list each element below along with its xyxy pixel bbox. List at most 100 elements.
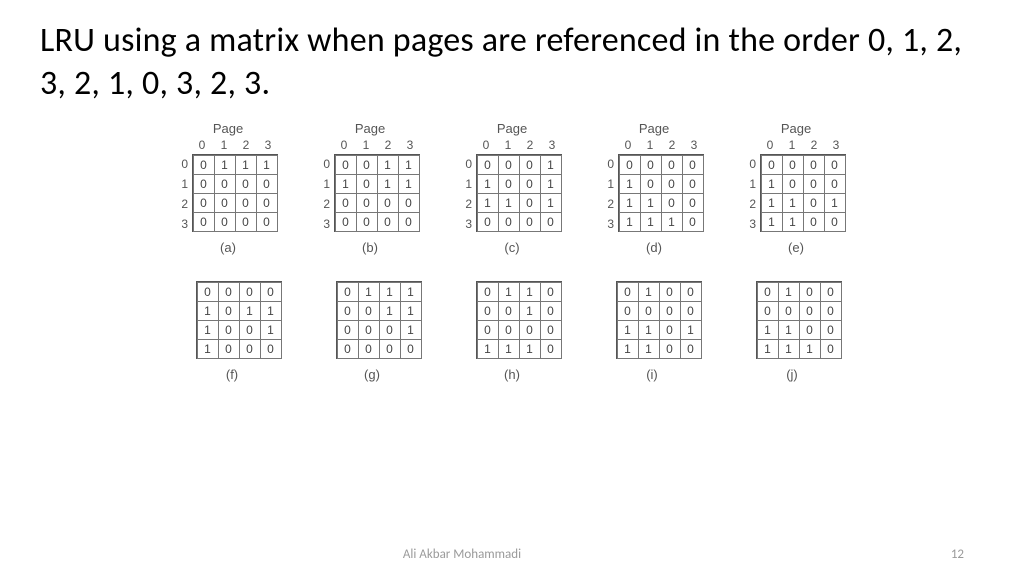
row-header: 2 (178, 194, 192, 214)
matrix-cell: 0 (540, 212, 562, 232)
matrix-cell: 0 (218, 320, 240, 340)
row-headers-col (462, 281, 476, 361)
row-header: 0 (604, 154, 618, 174)
footer-page-number: 12 (924, 547, 964, 562)
matrix-cells-row: 1000 (761, 174, 845, 193)
row-header: 0 (462, 154, 476, 174)
matrix-cell: 1 (379, 301, 401, 321)
matrix-cells-row: 0001 (337, 320, 421, 339)
matrix-cell: 1 (638, 282, 660, 302)
matrix-cell: 1 (757, 320, 779, 340)
matrix-b: Page012301230011101100000000(b) (319, 121, 421, 255)
matrix-cell: 0 (377, 193, 399, 213)
row-headers-col: 0123 (604, 154, 618, 234)
matrix-cell: 1 (260, 301, 282, 321)
matrix-h: 0110001000001110(h) (462, 281, 562, 382)
matrix-cell: 0 (659, 282, 681, 302)
matrix-cells-row: 1110 (619, 212, 703, 231)
matrix-cell: 1 (260, 320, 282, 340)
matrix-cell: 0 (379, 320, 401, 340)
matrix-cell: 0 (260, 282, 282, 302)
matrix-cell: 1 (498, 282, 520, 302)
matrix-cell: 0 (519, 174, 541, 194)
matrix-body: 01230000100011001110 (604, 154, 704, 234)
matrix-cells-row: 1100 (761, 212, 845, 231)
col-header: 1 (497, 138, 519, 152)
matrix-cell: 0 (540, 282, 562, 302)
row-header (602, 281, 616, 301)
row-headers-col (322, 281, 336, 361)
row-headers-col: 0123 (462, 154, 476, 234)
matrix-body: 01230001100111010000 (462, 154, 562, 234)
matrix-body: 0110001000001110 (462, 281, 562, 361)
matrix-cell: 0 (682, 174, 704, 194)
matrix-body: 0100000011001110 (742, 281, 842, 361)
col-header: 0 (759, 138, 781, 152)
matrix-cell: 1 (377, 155, 399, 175)
col-header: 3 (683, 138, 705, 152)
matrix-cell: 1 (498, 193, 520, 213)
row-header (182, 341, 196, 361)
matrix-cell: 0 (803, 212, 825, 232)
matrix-cells-row: 0000 (757, 301, 841, 320)
matrices-area: Page012301230111000000000000(a)Page01230… (0, 121, 1024, 382)
matrix-cell: 1 (778, 282, 800, 302)
matrix-cell: 0 (757, 282, 779, 302)
matrix-cell: 0 (617, 301, 639, 321)
matrix-cell: 0 (256, 193, 278, 213)
col-header: 2 (519, 138, 541, 152)
row-header: 1 (604, 174, 618, 194)
matrix-col-headers: 0123 (461, 138, 563, 152)
matrix-cell: 0 (193, 155, 215, 175)
matrix-cells: 0100000011011100 (616, 281, 702, 359)
matrix-cell: 1 (617, 320, 639, 340)
matrix-cell: 1 (761, 174, 783, 194)
matrix-cell: 1 (540, 193, 562, 213)
matrix-cell: 1 (619, 193, 641, 213)
matrix-cell: 0 (235, 193, 257, 213)
matrix-c: Page012301230001100111010000(c) (461, 121, 563, 255)
col-header: 3 (541, 138, 563, 152)
matrix-cell: 0 (824, 174, 846, 194)
matrix-cell: 0 (519, 155, 541, 175)
matrix-cell: 1 (778, 320, 800, 340)
matrix-cells-row: 0000 (477, 320, 561, 339)
matrix-cell: 0 (358, 320, 380, 340)
matrix-cell: 0 (193, 174, 215, 194)
matrix-cell: 0 (680, 301, 702, 321)
matrix-cell: 0 (498, 320, 520, 340)
matrix-col-headers: 0123 (745, 138, 847, 152)
col-header: 0 (617, 138, 639, 152)
matrix-cell: 0 (619, 155, 641, 175)
matrix-cells-row: 0000 (193, 174, 277, 193)
matrix-cell: 0 (239, 320, 261, 340)
matrix-body: 01230000100011011100 (746, 154, 846, 234)
matrix-cell: 0 (477, 282, 499, 302)
matrix-caption: (c) (504, 240, 519, 255)
matrix-cell: 1 (477, 339, 499, 359)
matrix-cell: 0 (214, 193, 236, 213)
matrix-cell: 1 (778, 339, 800, 359)
row-headers-col (742, 281, 756, 361)
matrix-cells: 0000101110011000 (196, 281, 282, 359)
slide-footer: Ali Akbar Mohammadi 12 (0, 547, 1024, 562)
matrix-a: Page012301230111000000000000(a) (177, 121, 279, 255)
matrix-cell: 1 (379, 282, 401, 302)
matrix-body: 01230011101100000000 (320, 154, 420, 234)
matrix-caption: (g) (364, 367, 380, 382)
matrix-cell: 1 (782, 212, 804, 232)
col-header: 3 (257, 138, 279, 152)
matrix-cell: 0 (519, 212, 541, 232)
matrix-cells-row: 0000 (193, 193, 277, 212)
row-header: 1 (178, 174, 192, 194)
slide-title: LRU using a matrix when pages are refere… (0, 0, 1024, 115)
matrix-cell: 1 (398, 174, 420, 194)
row-header (322, 321, 336, 341)
row-header (742, 301, 756, 321)
col-header: 3 (825, 138, 847, 152)
matrix-cell: 0 (256, 174, 278, 194)
row-header (322, 341, 336, 361)
matrix-cell: 0 (239, 339, 261, 359)
matrix-cell: 0 (824, 155, 846, 175)
matrix-cells-row: 0100 (757, 282, 841, 301)
